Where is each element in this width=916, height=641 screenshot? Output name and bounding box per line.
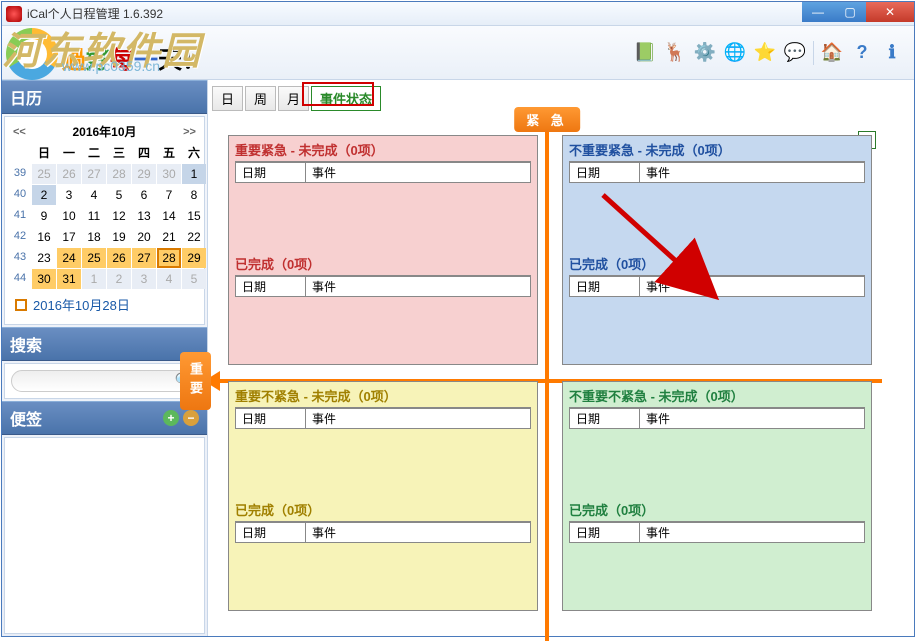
search-title: 搜索 <box>10 332 42 356</box>
calendar-day[interactable]: 24 <box>57 248 81 268</box>
window-title: iCal个人日程管理 1.6.392 <box>27 5 163 22</box>
calendar-day[interactable]: 19 <box>107 227 131 247</box>
calendar-title: 日历 <box>10 85 42 109</box>
globe-icon[interactable]: 🌐 <box>723 41 747 65</box>
calendar-day[interactable]: 3 <box>132 269 156 289</box>
chat-icon[interactable]: 💬 <box>783 41 807 65</box>
calendar-day[interactable]: 28 <box>157 248 181 268</box>
q3-pending-title: 重要不紧急 - 未完成（0项） <box>235 384 531 408</box>
calendar-day[interactable]: 10 <box>57 206 81 226</box>
calendar-day[interactable]: 3 <box>57 185 81 205</box>
calendar-day[interactable]: 21 <box>157 227 181 247</box>
notes-title: 便签 <box>10 406 42 430</box>
animal-icon[interactable]: 🦌 <box>663 41 687 65</box>
prev-month-button[interactable]: << <box>13 126 26 138</box>
help-icon[interactable]: ? <box>850 41 874 65</box>
toolbar: 📗 🦌 ⚙️ 🌐 ⭐ 💬 🏠 ? ℹ <box>2 26 914 80</box>
q1-pending-title: 重要紧急 - 未完成（0项） <box>235 138 531 162</box>
today-marker-icon <box>15 299 27 311</box>
selected-date-display: 2016年10月28日 <box>9 289 200 320</box>
quadrant-noimportant-urgent[interactable]: 不重要紧急 - 未完成（0项） 日期事件 已完成（0项） 日期事件 <box>562 135 872 365</box>
quadrant-important-nourgent[interactable]: 重要不紧急 - 未完成（0项） 日期事件 已完成（0项） 日期事件 <box>228 381 538 611</box>
calendar-day[interactable]: 13 <box>132 206 156 226</box>
calendar-day[interactable]: 16 <box>32 227 56 247</box>
calendar-day[interactable]: 18 <box>82 227 106 247</box>
tab-day[interactable]: 日 <box>212 86 243 111</box>
eisenhower-matrix: 紧 急 重要 X 重要紧急 - 未完成（0项） 日期事件 已完成（0项） 日期事… <box>212 121 882 641</box>
gear-icon[interactable]: ⚙️ <box>693 41 717 65</box>
calendar-day[interactable]: 20 <box>132 227 156 247</box>
q4-pending-title: 不重要不紧急 - 未完成（0项） <box>569 384 865 408</box>
info-icon[interactable]: ℹ <box>880 41 904 65</box>
book-icon[interactable]: 📗 <box>633 41 657 65</box>
calendar-widget[interactable]: << 2016年10月 >> 日一二三四五六392526272829301402… <box>4 116 205 325</box>
calendar-day[interactable]: 15 <box>182 206 206 226</box>
q1-done-title: 已完成（0项） <box>235 252 531 276</box>
search-input[interactable] <box>11 370 198 392</box>
calendar-day[interactable]: 12 <box>107 206 131 226</box>
close-button[interactable]: ✕ <box>866 2 914 22</box>
tab-month[interactable]: 月 <box>278 86 309 111</box>
sidebar: 日历 << 2016年10月 >> 日一二三四五六392526272829301… <box>2 80 208 636</box>
calendar-day[interactable]: 4 <box>157 269 181 289</box>
calendar-day[interactable]: 1 <box>182 164 206 184</box>
calendar-day[interactable]: 7 <box>157 185 181 205</box>
search-panel-header: 搜索 <box>2 327 207 361</box>
titlebar: iCal个人日程管理 1.6.392 — ▢ ✕ <box>2 2 914 26</box>
calendar-day[interactable]: 6 <box>132 185 156 205</box>
calendar-day[interactable]: 27 <box>132 248 156 268</box>
home-icon[interactable]: 🏠 <box>820 41 844 65</box>
urgent-label: 紧 急 <box>514 107 580 132</box>
calendar-day[interactable]: 4 <box>82 185 106 205</box>
next-month-button[interactable]: >> <box>183 126 196 138</box>
tab-event-status[interactable]: 事件状态 <box>311 86 381 111</box>
app-icon <box>6 6 22 22</box>
calendar-panel-header: 日历 <box>2 80 207 114</box>
star-icon[interactable]: ⭐ <box>753 41 777 65</box>
q3-done-title: 已完成（0项） <box>235 498 531 522</box>
delete-note-button[interactable]: − <box>183 410 199 426</box>
calendar-day[interactable]: 2 <box>107 269 131 289</box>
calendar-day[interactable]: 26 <box>107 248 131 268</box>
tab-week[interactable]: 周 <box>245 86 276 111</box>
calendar-day[interactable]: 2 <box>32 185 56 205</box>
calendar-day[interactable]: 22 <box>182 227 206 247</box>
calendar-day[interactable]: 5 <box>107 185 131 205</box>
q2-pending-title: 不重要紧急 - 未完成（0项） <box>569 138 865 162</box>
add-note-button[interactable]: + <box>163 410 179 426</box>
calendar-day[interactable]: 11 <box>82 206 106 226</box>
calendar-day[interactable]: 23 <box>32 248 56 268</box>
calendar-day[interactable]: 31 <box>57 269 81 289</box>
calendar-day[interactable]: 9 <box>32 206 56 226</box>
month-label: 2016年10月 <box>72 123 136 140</box>
search-box: 🔍 <box>4 363 205 399</box>
calendar-day[interactable]: 8 <box>182 185 206 205</box>
calendar-day[interactable]: 25 <box>32 164 56 184</box>
maximize-button[interactable]: ▢ <box>834 2 866 22</box>
q4-done-title: 已完成（0项） <box>569 498 865 522</box>
notes-area[interactable] <box>4 437 205 634</box>
calendar-day[interactable]: 29 <box>182 248 206 268</box>
calendar-day[interactable]: 14 <box>157 206 181 226</box>
q2-done-title: 已完成（0项） <box>569 252 865 276</box>
app-window: iCal个人日程管理 1.6.392 — ▢ ✕ 河东软件园 過好每一天！ ww… <box>1 1 915 637</box>
quadrant-noimportant-nourgent[interactable]: 不重要不紧急 - 未完成（0项） 日期事件 已完成（0项） 日期事件 <box>562 381 872 611</box>
calendar-day[interactable]: 27 <box>82 164 106 184</box>
watermark-logo <box>6 28 58 80</box>
important-label: 重要 <box>180 352 211 410</box>
calendar-day[interactable]: 29 <box>132 164 156 184</box>
calendar-day[interactable]: 5 <box>182 269 206 289</box>
calendar-day[interactable]: 26 <box>57 164 81 184</box>
minimize-button[interactable]: — <box>802 2 834 22</box>
calendar-day[interactable]: 30 <box>32 269 56 289</box>
calendar-day[interactable]: 1 <box>82 269 106 289</box>
calendar-day[interactable]: 25 <box>82 248 106 268</box>
calendar-day[interactable]: 30 <box>157 164 181 184</box>
main-area: 日 周 月 事件状态 紧 急 重要 X 重要紧急 - 未完成（0项） 日期事件 <box>208 80 914 636</box>
notes-panel-header: 便签 + − <box>2 401 207 435</box>
calendar-day[interactable]: 28 <box>107 164 131 184</box>
calendar-day[interactable]: 17 <box>57 227 81 247</box>
quadrant-important-urgent[interactable]: 重要紧急 - 未完成（0项） 日期事件 已完成（0项） 日期事件 <box>228 135 538 365</box>
